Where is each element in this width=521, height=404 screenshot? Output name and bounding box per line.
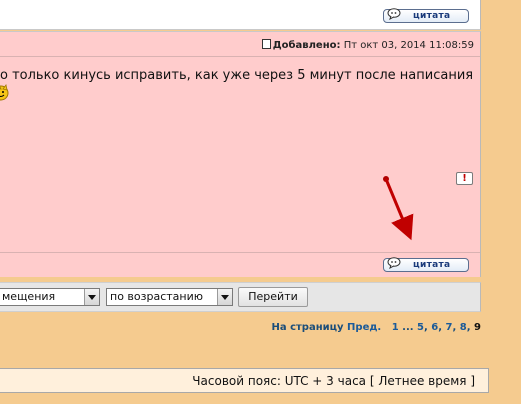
prev-page-link[interactable]: Пред. — [347, 322, 381, 333]
post-link-icon[interactable] — [261, 39, 271, 49]
quote-button[interactable]: цитата — [383, 8, 469, 23]
quote-button[interactable]: цитата — [383, 257, 469, 272]
sort-field-value: мещения — [2, 290, 56, 303]
go-button[interactable]: Перейти — [238, 287, 308, 307]
current-page: 9 — [474, 322, 481, 333]
speech-bubble-icon — [387, 8, 401, 20]
quote-button-label: цитата — [413, 11, 451, 21]
report-post-button[interactable]: ! — [456, 172, 473, 185]
pagination-ellipsis: ... — [402, 322, 414, 333]
post-meta: Добавлено: Пт окт 03, 2014 11:08:59 — [261, 39, 474, 51]
forum-post: Добавлено: Пт окт 03, 2014 11:08:59 о то… — [0, 31, 481, 277]
sort-field-select[interactable]: мещения — [0, 288, 100, 306]
added-label: Добавлено: — [272, 40, 341, 51]
timezone-text: Часовой пояс: UTC + 3 часа [ Летнее врем… — [192, 374, 475, 388]
post-footer: цитата — [0, 252, 480, 278]
speech-bubble-icon — [387, 257, 401, 269]
smiley-icon — [0, 84, 9, 101]
pagination: На страницу Пред. 1 ... 5, 6, 7, 8, 9 — [271, 322, 481, 333]
post-body-text: о только кинусь исправить, как уже через… — [0, 68, 474, 83]
chevron-down-icon[interactable] — [84, 289, 99, 305]
chevron-down-icon[interactable] — [217, 289, 232, 305]
page-link-5[interactable]: 5 — [417, 322, 424, 333]
pagination-label: На страницу — [271, 322, 344, 333]
sort-order-select[interactable]: по возрастанию — [106, 288, 233, 306]
page-link-8[interactable]: 8 — [460, 322, 467, 333]
page-link-7[interactable]: 7 — [446, 322, 453, 333]
page-link-6[interactable]: 6 — [431, 322, 438, 333]
post-date: Пт окт 03, 2014 11:08:59 — [343, 40, 474, 51]
sort-bar: мещения по возрастанию Перейти — [0, 282, 481, 312]
post-header: Добавлено: Пт окт 03, 2014 11:08:59 — [0, 32, 480, 57]
quote-button-label: цитата — [413, 260, 451, 270]
page-link-1[interactable]: 1 — [392, 322, 399, 333]
sort-order-value: по возрастанию — [110, 290, 204, 303]
footer-bar: Часовой пояс: UTC + 3 часа [ Летнее врем… — [0, 368, 489, 393]
previous-post-footer: цитата — [0, 0, 481, 30]
exclamation-icon: ! — [462, 173, 467, 184]
